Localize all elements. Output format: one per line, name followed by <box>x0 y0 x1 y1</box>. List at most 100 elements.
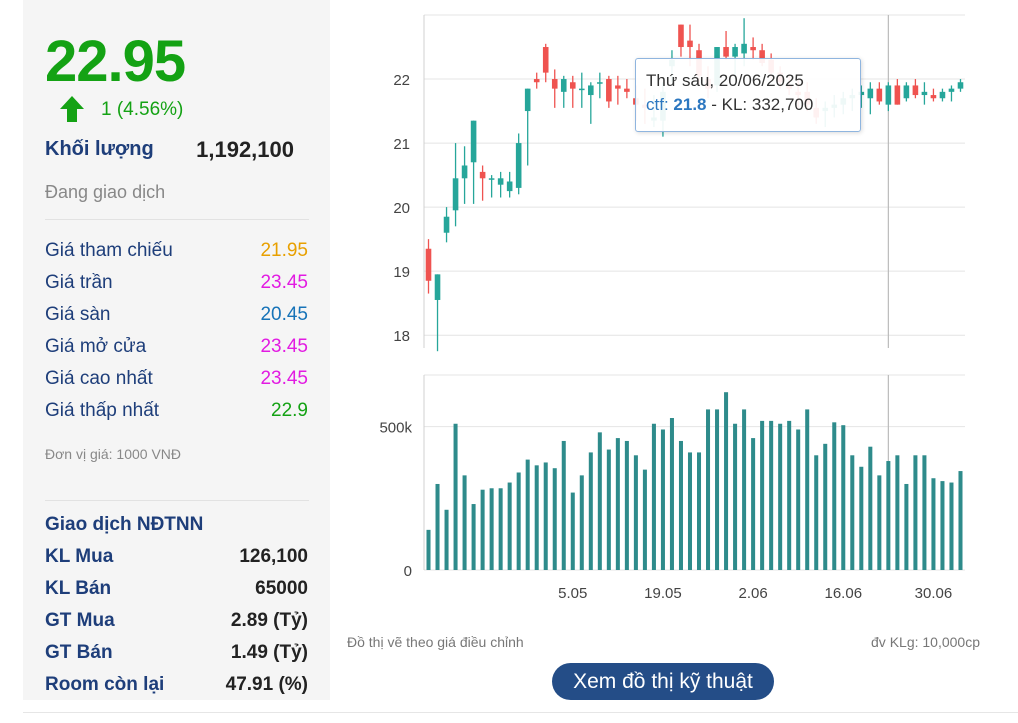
candle-body <box>624 88 630 92</box>
volume-bar <box>814 455 819 570</box>
x-tick-label: 30.06 <box>915 585 953 602</box>
candle-body <box>569 82 576 89</box>
volume-bar <box>444 509 449 570</box>
volume-bar <box>805 409 810 570</box>
volume-bar <box>678 440 683 570</box>
x-tick-label: 19.05 <box>644 585 682 602</box>
foreign-sell-value-value: 1.49 (Tỷ) <box>230 642 308 663</box>
floor-price-label: Giá sàn <box>45 304 111 325</box>
candle-body <box>542 47 549 73</box>
high-price-value: 23.45 <box>260 368 308 389</box>
low-price-label: Giá thấp nhất <box>45 400 160 421</box>
volume-value: 1,192,100 <box>196 137 294 162</box>
candle-body <box>741 43 747 54</box>
price-tick-label: 22 <box>393 72 410 89</box>
x-tick-label: 2.06 <box>739 585 768 602</box>
foreign-sell-vol-label: KL Bán <box>45 578 112 599</box>
candle-body <box>578 88 585 91</box>
volume-bar <box>462 475 467 570</box>
volume-bar <box>904 483 909 570</box>
foreign-buy-value-label: GT Mua <box>45 610 115 631</box>
volume-bar <box>669 418 674 570</box>
chart-tooltip: Thứ sáu, 20/06/2025 ctf: 21.8 - KL: 332,… <box>635 58 861 132</box>
volume-bar <box>534 465 539 570</box>
foreign-buy-value-value: 2.89 (Tỷ) <box>230 610 308 631</box>
candle-body <box>939 91 946 99</box>
price-tick-label: 21 <box>393 136 410 153</box>
volume-bar <box>642 469 647 570</box>
volume-bar <box>850 455 855 570</box>
foreign-trading-title: Giao dịch NĐTNN <box>45 514 204 535</box>
volume-bar <box>778 423 783 570</box>
foreign-buy-vol-label: KL Mua <box>45 546 114 567</box>
volume-bar <box>696 452 702 570</box>
candle-body <box>461 165 468 179</box>
ceiling-price-value: 23.45 <box>260 272 308 293</box>
volume-bar <box>543 462 548 570</box>
price-chart-area[interactable]: 18 19 20 21 22 0 500k 5.05 19.05 2.06 16.06 30.06 T… <box>340 0 1018 723</box>
price-tick-label: 20 <box>393 200 410 217</box>
foreign-sell-vol-value: 65000 <box>255 578 308 599</box>
volume-bar <box>841 425 846 570</box>
candle-body <box>533 79 540 83</box>
low-price-value: 22.9 <box>271 400 308 421</box>
volume-bar <box>868 446 873 570</box>
candle-body <box>867 88 874 99</box>
volume-bar <box>913 455 918 570</box>
volume-label: Khối lượng <box>45 138 154 160</box>
view-technical-chart-button[interactable]: Xem đồ thị kỹ thuật <box>552 663 774 700</box>
high-price-label: Giá cao nhất <box>45 368 153 389</box>
volume-bar <box>931 478 936 570</box>
x-tick-label: 16.06 <box>825 585 863 602</box>
volume-bar <box>832 422 837 570</box>
tooltip-ctf-label: ctf: <box>646 95 669 114</box>
candle-body <box>678 24 684 48</box>
tooltip-date: Thứ sáu, 20/06/2025 <box>646 71 804 90</box>
volume-bar <box>606 449 611 570</box>
volume-bar <box>751 438 756 570</box>
volume-bar <box>895 455 900 570</box>
candle-body <box>723 47 729 57</box>
room-remaining-label: Room còn lại <box>45 674 165 695</box>
volume-bar <box>706 409 711 570</box>
candle-body <box>957 82 964 89</box>
volume-bar <box>453 423 458 570</box>
volume-bar <box>787 420 792 570</box>
volume-bar <box>579 475 584 570</box>
up-arrow-icon <box>60 96 84 122</box>
price-tick-label: 18 <box>393 328 410 345</box>
candle-body <box>732 47 738 57</box>
volume-bar <box>940 481 945 570</box>
current-price: 22.95 <box>45 29 186 94</box>
open-price-value: 23.45 <box>260 336 308 357</box>
volume-bar <box>859 466 864 570</box>
volume-bar <box>724 392 729 570</box>
ref-price-value: 21.95 <box>260 240 308 261</box>
volume-bar <box>949 482 954 570</box>
volume-bar <box>715 409 720 570</box>
floor-price-value: 20.45 <box>260 304 308 325</box>
candle-body <box>615 85 621 89</box>
candle-body <box>488 178 495 180</box>
trading-status: Đang giao dịch <box>45 182 166 202</box>
room-remaining-value: 47.91 (%) <box>225 674 308 695</box>
candle-body <box>750 47 756 51</box>
volume-bar <box>597 432 602 570</box>
candle-body <box>903 85 910 99</box>
candle-body <box>876 88 883 102</box>
ref-price-label: Giá tham chiếu <box>45 240 173 261</box>
tooltip-volume: - KL: 332,700 <box>711 95 814 114</box>
candle-body <box>479 171 486 179</box>
volume-unit-note: đv KLg: 10,000cp <box>871 634 980 650</box>
volume-bar <box>516 472 521 570</box>
candle-body <box>894 85 901 105</box>
volume-bar <box>498 488 503 570</box>
volume-bar <box>561 440 566 570</box>
candle-body <box>588 85 594 96</box>
tooltip-values: ctf: 21.8 - KL: 332,700 <box>646 95 813 115</box>
candle-body <box>597 82 603 84</box>
ceiling-price-label: Giá trần <box>45 272 113 293</box>
candle-body <box>912 85 919 96</box>
volume-tick-label: 0 <box>404 563 412 580</box>
volume-bar <box>742 409 747 570</box>
